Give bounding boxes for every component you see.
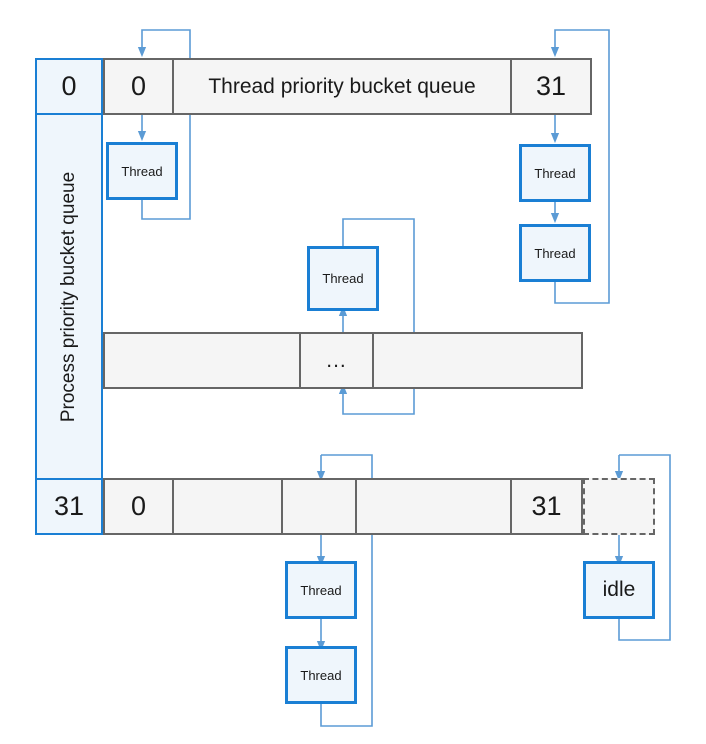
process-bucket-first[interactable]: 0 <box>35 58 103 115</box>
thread-box-top-right-2-label: Thread <box>534 245 576 261</box>
idle-box[interactable]: idle <box>583 561 655 619</box>
thread-box-top-left-1-label: Thread <box>121 163 163 179</box>
thread-bottom-bucket-31-label: 31 <box>531 491 562 521</box>
thread-box-middle-1[interactable]: Thread <box>307 246 379 311</box>
thread-box-top-left-1[interactable]: Thread <box>106 142 178 200</box>
thread-bottom-bucket-empty-3[interactable] <box>357 478 512 535</box>
thread-box-top-right-1[interactable]: Thread <box>519 144 591 202</box>
thread-bottom-bucket-31[interactable]: 31 <box>512 478 583 535</box>
thread-middle-bucket-ellipsis-label: ... <box>326 349 347 372</box>
thread-box-bottom-1[interactable]: Thread <box>285 561 357 619</box>
process-bucket-first-label: 0 <box>61 71 77 101</box>
process-bucket-last[interactable]: 31 <box>35 478 103 535</box>
thread-top-bucket-label-text: Thread priority bucket queue <box>208 75 476 98</box>
thread-box-bottom-2[interactable]: Thread <box>285 646 357 704</box>
thread-top-bucket-label[interactable]: Thread priority bucket queue <box>174 58 512 115</box>
thread-top-bucket-31[interactable]: 31 <box>512 58 592 115</box>
thread-box-middle-1-label: Thread <box>322 271 364 286</box>
thread-box-top-right-2[interactable]: Thread <box>519 224 591 282</box>
thread-middle-bucket-left[interactable] <box>103 332 301 389</box>
process-bucket-last-label: 31 <box>53 491 85 521</box>
thread-box-bottom-1-label: Thread <box>300 582 342 598</box>
thread-bottom-bucket-idle-slot[interactable] <box>583 478 655 535</box>
thread-box-bottom-2-label: Thread <box>300 667 342 683</box>
thread-top-bucket-0[interactable]: 0 <box>103 58 174 115</box>
thread-bottom-bucket-empty-1[interactable] <box>174 478 283 535</box>
process-queue-vertical-label: Process priority bucket queue <box>58 171 80 422</box>
thread-middle-bucket-ellipsis[interactable]: ... <box>301 332 374 389</box>
thread-top-bucket-0-label: 0 <box>130 71 147 101</box>
thread-bottom-bucket-empty-2[interactable] <box>283 478 357 535</box>
thread-middle-bucket-right[interactable] <box>374 332 583 389</box>
thread-bottom-bucket-0-label: 0 <box>130 491 147 521</box>
thread-bottom-bucket-0[interactable]: 0 <box>103 478 174 535</box>
thread-top-bucket-31-label: 31 <box>535 71 567 101</box>
idle-box-label: idle <box>602 578 636 601</box>
thread-box-top-right-1-label: Thread <box>534 165 576 181</box>
priority-bucket-queue-diagram: 0 Process priority bucket queue 31 0 Thr… <box>0 0 706 744</box>
process-queue-label-column: Process priority bucket queue <box>35 115 103 478</box>
